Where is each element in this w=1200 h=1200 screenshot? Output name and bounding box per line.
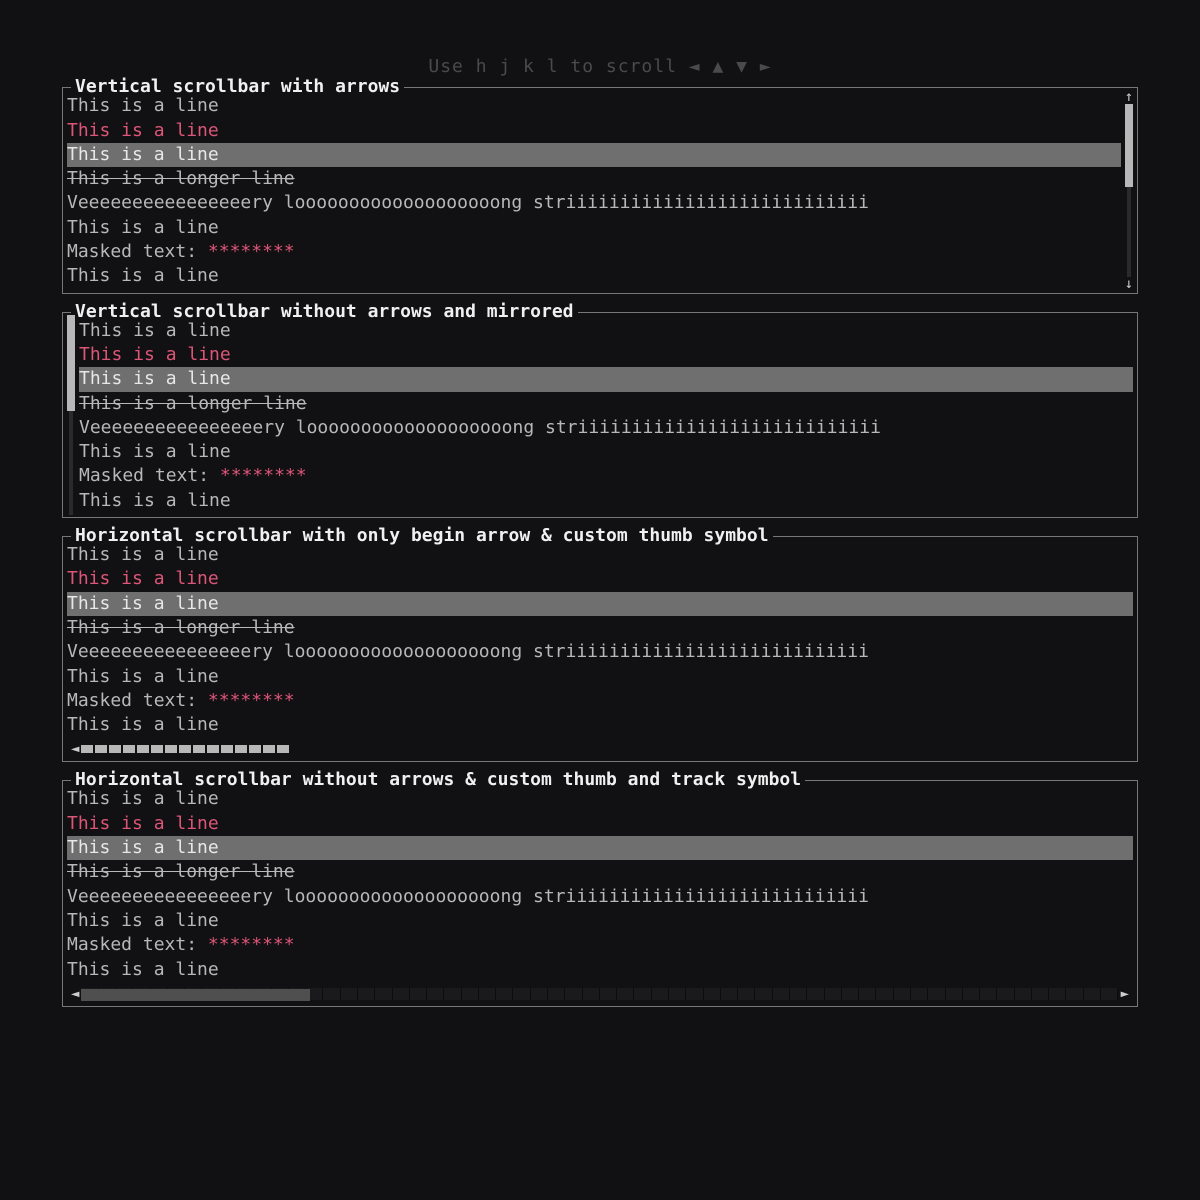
masked-label: Masked text:: [67, 690, 208, 711]
panel-body[interactable]: This is a line This is a line This is a …: [63, 537, 1137, 761]
text-line: This is a line: [67, 958, 1133, 982]
strikethrough-line: This is a longer line: [67, 167, 1121, 191]
scroll-left-arrow-icon[interactable]: ◄: [69, 987, 81, 1001]
scrollbar-track[interactable]: [69, 315, 73, 515]
masked-line: Masked text: ********: [67, 933, 1133, 957]
scroll-up-arrow-icon[interactable]: ↑: [1125, 90, 1133, 104]
panel-body[interactable]: This is a line This is a line This is a …: [63, 781, 1137, 1005]
text-line: This is a line: [67, 543, 1133, 567]
long-line: Veeeeeeeeeeeeeeeery looooooooooooooooooo…: [79, 416, 1133, 440]
panel-vertical-arrows: Vertical scrollbar with arrows This is a…: [62, 87, 1138, 293]
scroll-left-arrow-icon[interactable]: ◄: [69, 742, 81, 756]
long-line: Veeeeeeeeeeeeeeeery looooooooooooooooooo…: [67, 640, 1133, 664]
scrollbar-track[interactable]: [81, 744, 1131, 754]
content-lines: This is a line This is a line This is a …: [67, 94, 1121, 288]
text-line: This is a line: [67, 909, 1133, 933]
highlighted-line: This is a line: [67, 143, 1121, 167]
vertical-scrollbar[interactable]: [65, 315, 77, 515]
panel-body[interactable]: This is a line This is a line This is a …: [63, 313, 1137, 517]
content-lines: This is a line This is a line This is a …: [79, 319, 1133, 513]
horizontal-scrollbar[interactable]: ◄ ►: [67, 986, 1133, 1002]
scrollbar-track[interactable]: [81, 989, 1118, 999]
masked-line: Masked text: ********: [67, 240, 1121, 264]
scroll-down-arrow-icon[interactable]: ↓: [1125, 277, 1133, 291]
strikethrough-line: This is a longer line: [67, 860, 1133, 884]
strikethrough-line: This is a longer line: [67, 616, 1133, 640]
text-line: This is a line: [67, 665, 1133, 689]
masked-label: Masked text:: [79, 465, 220, 486]
scrollbar-thumb[interactable]: [1125, 104, 1133, 187]
masked-label: Masked text:: [67, 934, 208, 955]
strikethrough-line: This is a longer line: [79, 392, 1133, 416]
masked-value: ********: [208, 241, 295, 262]
panel-vertical-mirrored: Vertical scrollbar without arrows and mi…: [62, 312, 1138, 518]
text-line: This is a line: [67, 567, 1133, 591]
text-line: This is a line: [67, 264, 1121, 288]
masked-value: ********: [208, 934, 295, 955]
content-lines: This is a line This is a line This is a …: [67, 543, 1133, 737]
text-line: This is a line: [67, 812, 1133, 836]
text-line: This is a line: [79, 440, 1133, 464]
text-line: This is a line: [79, 343, 1133, 367]
long-line: Veeeeeeeeeeeeeeeery looooooooooooooooooo…: [67, 191, 1121, 215]
panel-horizontal-custom-track: Horizontal scrollbar without arrows & cu…: [62, 780, 1138, 1006]
panel-body[interactable]: This is a line This is a line This is a …: [63, 88, 1137, 292]
text-line: This is a line: [67, 119, 1121, 143]
long-line: Veeeeeeeeeeeeeeeery looooooooooooooooooo…: [67, 885, 1133, 909]
masked-value: ********: [208, 690, 295, 711]
text-line: This is a line: [67, 94, 1121, 118]
text-line: This is a line: [67, 713, 1133, 737]
text-line: This is a line: [79, 319, 1133, 343]
highlighted-line: This is a line: [79, 367, 1133, 391]
masked-label: Masked text:: [67, 241, 208, 262]
text-line: This is a line: [67, 787, 1133, 811]
highlighted-line: This is a line: [67, 592, 1133, 616]
highlighted-line: This is a line: [67, 836, 1133, 860]
masked-value: ********: [220, 465, 307, 486]
content-lines: This is a line This is a line This is a …: [67, 787, 1133, 981]
masked-line: Masked text: ********: [67, 689, 1133, 713]
panel-horizontal-begin-arrow: Horizontal scrollbar with only begin arr…: [62, 536, 1138, 762]
scrollbar-track[interactable]: [1127, 104, 1131, 276]
scrollbar-thumb[interactable]: [67, 315, 75, 411]
text-line: This is a line: [79, 489, 1133, 513]
masked-line: Masked text: ********: [79, 464, 1133, 488]
scrollbar-thumb[interactable]: [81, 989, 309, 1001]
text-line: This is a line: [67, 216, 1121, 240]
horizontal-scrollbar[interactable]: ◄: [67, 741, 1133, 757]
scrollbar-thumb[interactable]: [81, 745, 289, 753]
scroll-right-arrow-icon[interactable]: ►: [1119, 987, 1131, 1001]
vertical-scrollbar[interactable]: ↑ ↓: [1123, 90, 1135, 290]
